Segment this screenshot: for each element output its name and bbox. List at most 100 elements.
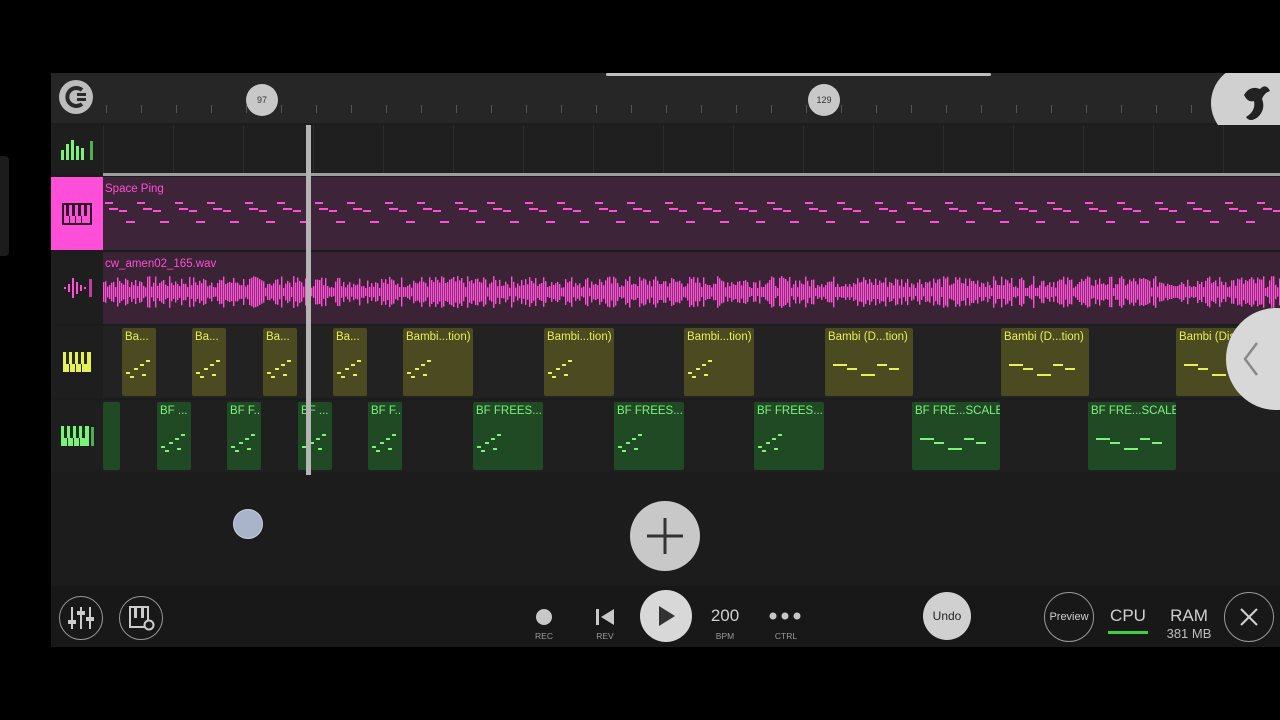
wave-sample xyxy=(1237,278,1239,306)
wave-sample xyxy=(1139,278,1141,306)
track-header[interactable] xyxy=(51,177,103,250)
wave-sample xyxy=(1037,287,1039,297)
track-row-bambi[interactable]: Ba... Ba... Ba... Ba... Bambi...tion) Bambi..… xyxy=(51,326,1280,398)
timeline-ruler[interactable] xyxy=(106,101,1280,115)
track-lane[interactable]: cw_amen02_165.wav xyxy=(103,252,1280,324)
note xyxy=(1140,221,1149,223)
wave-sample xyxy=(359,278,361,306)
pattern-clip[interactable]: BF ... xyxy=(298,402,332,470)
wave-sample xyxy=(673,279,675,305)
track-row-bf[interactable]: BF ... BF F... BF ... BF F... BF FREES... BF … xyxy=(51,400,1280,472)
track-lane[interactable] xyxy=(103,125,1280,173)
horizontal-scrollbar[interactable] xyxy=(606,73,991,76)
note xyxy=(341,376,345,378)
wave-sample xyxy=(811,279,813,305)
rewind-button[interactable] xyxy=(593,605,617,629)
wave-sample xyxy=(801,283,803,301)
wave-sample xyxy=(753,282,755,302)
pattern-clip[interactable]: Bambi (D...tion) xyxy=(1001,328,1089,396)
pattern-clip[interactable]: BF F... xyxy=(227,402,261,470)
ruler-tick xyxy=(211,105,212,113)
note xyxy=(692,376,696,378)
add-button[interactable] xyxy=(630,501,700,571)
wave-sample xyxy=(433,282,435,302)
pattern-clip[interactable]: BF FRE...SCALE xyxy=(912,402,1000,470)
pattern-clip[interactable]: BF FREES... xyxy=(473,402,543,470)
note xyxy=(552,376,556,378)
wave-sample xyxy=(257,277,259,307)
track-header[interactable] xyxy=(51,326,103,398)
track-row[interactable] xyxy=(51,125,1280,173)
close-button[interactable] xyxy=(1224,592,1274,642)
note xyxy=(363,210,371,212)
track-lane[interactable]: Ba... Ba... Ba... Ba... Bambi...tion) Bambi..… xyxy=(103,326,1280,398)
wave-sample xyxy=(937,279,939,305)
pattern-clip[interactable]: BF F... xyxy=(368,402,402,470)
wave-sample xyxy=(625,279,627,305)
mixer-button[interactable] xyxy=(59,596,103,640)
wave-sample xyxy=(1073,287,1075,297)
note xyxy=(626,442,630,444)
note xyxy=(1089,208,1098,210)
wave-sample xyxy=(535,278,537,306)
track-lane[interactable]: Space Ping xyxy=(103,177,1280,250)
pattern-clip[interactable]: Bambi...tion) xyxy=(403,328,473,396)
playhead[interactable] xyxy=(306,125,311,475)
pattern-clip[interactable]: Ba... xyxy=(263,328,297,396)
note xyxy=(281,364,285,366)
piano-settings-button[interactable] xyxy=(119,596,163,640)
wave-sample xyxy=(829,281,831,303)
pattern-clip[interactable]: BF FREES... xyxy=(754,402,824,470)
wave-sample xyxy=(667,286,669,298)
pattern-clip[interactable]: Bambi...tion) xyxy=(684,328,754,396)
wave-sample xyxy=(231,282,233,302)
track-row-audio[interactable]: cw_amen02_165.wav xyxy=(51,252,1280,324)
pattern-clip[interactable]: Ba... xyxy=(192,328,226,396)
wave-sample xyxy=(867,283,869,301)
note xyxy=(847,368,857,370)
pattern-clip[interactable]: BF FRE...SCALE xyxy=(1088,402,1176,470)
app-menu-button[interactable] xyxy=(59,80,93,114)
track-row-space-ping[interactable]: Space Ping xyxy=(51,177,1280,250)
wave-sample xyxy=(907,278,909,306)
wave-sample xyxy=(1147,279,1149,305)
wave-sample xyxy=(549,286,551,298)
track-lane[interactable]: BF ... BF F... BF ... BF F... BF FREES... BF … xyxy=(103,400,1280,472)
track-header[interactable] xyxy=(51,252,103,324)
wave-sample xyxy=(609,276,611,308)
pattern-clip[interactable]: Ba... xyxy=(333,328,367,396)
wave-sample xyxy=(189,276,191,308)
preview-button[interactable]: Preview xyxy=(1044,592,1094,642)
wave-sample xyxy=(851,286,853,298)
wave-sample xyxy=(691,278,693,306)
pattern-clip[interactable]: Ba... xyxy=(122,328,156,396)
note xyxy=(638,434,642,436)
pattern-clip[interactable]: BF ... xyxy=(157,402,191,470)
pattern-clip-partial[interactable] xyxy=(103,402,120,470)
wave-sample xyxy=(1051,286,1053,298)
play-button[interactable] xyxy=(640,590,692,642)
track-header[interactable] xyxy=(51,125,103,173)
bar-marker-129[interactable]: 129 xyxy=(808,84,840,116)
wave-sample xyxy=(423,281,425,303)
skip-back-icon xyxy=(596,609,614,625)
note xyxy=(140,364,144,366)
note xyxy=(372,446,376,448)
wave-sample xyxy=(1081,278,1083,306)
wave-sample xyxy=(137,286,139,298)
ctrl-button[interactable] xyxy=(765,606,805,626)
note xyxy=(497,434,501,436)
undo-button[interactable]: Undo xyxy=(923,592,971,640)
track-header[interactable] xyxy=(51,400,103,472)
wave-sample xyxy=(767,282,769,302)
pattern-clip[interactable]: Bambi...tion) xyxy=(544,328,614,396)
note xyxy=(392,434,396,436)
record-button[interactable] xyxy=(536,609,552,625)
pattern-clip[interactable]: Bambi (D...tion) xyxy=(825,328,913,396)
timeline-header[interactable]: 97 129 xyxy=(51,73,1280,141)
wave-sample xyxy=(527,284,529,300)
ruler-tick xyxy=(631,105,632,113)
bpm-value[interactable]: 200 xyxy=(703,606,747,626)
pattern-clip[interactable]: BF FREES... xyxy=(614,402,684,470)
bar-marker-97[interactable]: 97 xyxy=(246,84,278,116)
